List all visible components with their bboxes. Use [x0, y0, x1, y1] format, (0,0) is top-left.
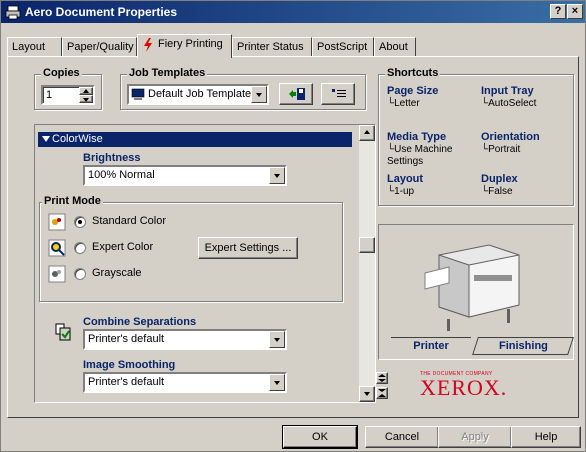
close-title-button[interactable]: ×: [567, 4, 583, 19]
settings-scroll-pane: ColorWise Brightness 100% Normal Print M…: [34, 124, 376, 403]
printer-image-icon: [424, 244, 520, 331]
xerox-wordmark: XEROX.: [420, 375, 508, 400]
brightness-select[interactable]: 100% Normal: [83, 165, 287, 186]
shortcut-orientation-label: Orientation: [481, 131, 540, 143]
shortcut-media-type-value: └Use Machine Settings: [387, 144, 453, 167]
combine-separations-value: Printer's default: [88, 333, 165, 345]
tab-printer-status[interactable]: Printer Status: [232, 37, 312, 57]
ok-button[interactable]: OK: [282, 425, 358, 449]
combine-separations-label: Combine Separations: [83, 316, 197, 328]
manage-templates-button[interactable]: [321, 83, 355, 105]
apply-button[interactable]: Apply: [438, 426, 512, 448]
colorwise-header[interactable]: ColorWise: [38, 132, 352, 147]
copies-spin-up[interactable]: [79, 87, 93, 95]
job-templates-value: Default Job Templates: [148, 88, 257, 100]
copies-group: Copies 1: [34, 67, 102, 110]
help-title-button[interactable]: ?: [550, 4, 566, 19]
printer-preview: Printer Finishing: [378, 224, 574, 360]
tab-layout[interactable]: Layout: [7, 37, 62, 57]
shortcut-layout-value: └1-up: [387, 186, 415, 197]
standard-color-label: Standard Color: [92, 215, 166, 227]
cancel-button[interactable]: Cancel: [365, 426, 439, 448]
settings-content: ColorWise Brightness 100% Normal Print M…: [35, 125, 359, 402]
expert-color-radio[interactable]: [74, 242, 86, 254]
collapse-all-button[interactable]: [376, 387, 388, 399]
finishing-tab-label: Finishing: [498, 340, 548, 352]
expand-all-button[interactable]: [376, 372, 388, 384]
tab-fiery-printing-label: Fiery Printing: [158, 38, 223, 50]
brightness-dropdown-button[interactable]: [269, 167, 285, 184]
grayscale-label: Grayscale: [92, 267, 142, 279]
standard-color-icon: [48, 213, 66, 231]
shortcut-duplex-label: Duplex: [481, 173, 518, 185]
expert-settings-button[interactable]: Expert Settings ...: [198, 237, 298, 259]
help-button[interactable]: Help: [511, 426, 581, 448]
copies-value: 1: [46, 89, 53, 101]
combine-separations-dropdown-button[interactable]: [269, 331, 285, 348]
collapse-triangle-icon: [42, 136, 50, 142]
job-templates-group: Job Templates Default Job Templates: [120, 67, 366, 110]
printer-tab[interactable]: Printer: [391, 337, 471, 355]
xerox-logo: THE DOCUMENT COMPANY XEROX.: [420, 371, 540, 411]
document-properties-window: Aero Document Properties ? × Layout Pape…: [0, 0, 586, 452]
lightning-icon: [144, 38, 152, 52]
grayscale-radio[interactable]: [74, 268, 86, 280]
image-smoothing-dropdown-button[interactable]: [269, 374, 285, 391]
window-title: Aero Document Properties: [25, 5, 178, 19]
finishing-tab[interactable]: Finishing: [472, 337, 574, 355]
grayscale-icon: [48, 265, 66, 283]
job-templates-dropdown-button[interactable]: [251, 86, 267, 103]
vertical-scrollbar[interactable]: [359, 125, 375, 402]
save-template-icon: [289, 88, 305, 100]
shortcut-input-tray-label: Input Tray: [481, 85, 534, 97]
title-bar: Aero Document Properties ? ×: [1, 1, 585, 23]
tab-postscript[interactable]: PostScript: [312, 37, 374, 57]
image-smoothing-label: Image Smoothing: [83, 359, 176, 371]
printer-icon: [5, 5, 21, 20]
image-smoothing-select[interactable]: Printer's default: [83, 372, 287, 393]
combine-separations-icon: [55, 323, 71, 341]
expand-all-icon: [378, 374, 386, 382]
copies-input[interactable]: 1: [41, 85, 95, 105]
print-mode-legend: Print Mode: [42, 195, 103, 207]
combine-separations-select[interactable]: Printer's default: [83, 329, 287, 350]
shortcut-page-size-label: Page Size: [387, 85, 439, 97]
scroll-down-button[interactable]: [359, 386, 375, 402]
shortcuts-group: Shortcuts Page Size └Letter Input Tray └…: [378, 67, 574, 206]
fiery-printing-panel: Copies 1 Job Templates Default Job Templ…: [7, 56, 579, 418]
tab-paper-quality[interactable]: Paper/Quality: [62, 37, 137, 57]
tab-fiery-printing[interactable]: Fiery Printing: [137, 34, 232, 58]
collapse-all-icon: [378, 389, 386, 397]
copies-spin-down[interactable]: [79, 95, 93, 103]
brightness-label: Brightness: [83, 152, 141, 164]
computer-icon: [131, 88, 145, 100]
copies-legend: Copies: [41, 67, 82, 79]
scroll-up-button[interactable]: [359, 125, 375, 141]
image-smoothing-value: Printer's default: [88, 376, 165, 388]
tab-about[interactable]: About: [374, 37, 416, 57]
list-icon: [332, 89, 346, 97]
save-template-button[interactable]: [279, 83, 313, 105]
shortcut-orientation-value: └Portrait: [481, 144, 521, 155]
expert-color-icon: [48, 239, 66, 257]
colorwise-header-label: ColorWise: [52, 133, 103, 145]
shortcut-input-tray-value: └AutoSelect: [481, 98, 537, 109]
shortcut-media-type-label: Media Type: [387, 131, 447, 143]
job-templates-select[interactable]: Default Job Templates: [127, 84, 269, 105]
print-mode-group: Print Mode Standard Color Expert Color E…: [39, 195, 343, 302]
shortcut-page-size-value: └Letter: [387, 98, 420, 109]
shortcut-duplex-value: └False: [481, 186, 513, 197]
scroll-thumb[interactable]: [359, 237, 375, 253]
job-templates-legend: Job Templates: [127, 67, 208, 79]
brightness-value: 100% Normal: [88, 169, 155, 181]
expert-color-label: Expert Color: [92, 241, 154, 253]
standard-color-radio[interactable]: [74, 216, 86, 228]
shortcut-layout-label: Layout: [387, 173, 424, 185]
shortcuts-legend: Shortcuts: [385, 67, 441, 79]
